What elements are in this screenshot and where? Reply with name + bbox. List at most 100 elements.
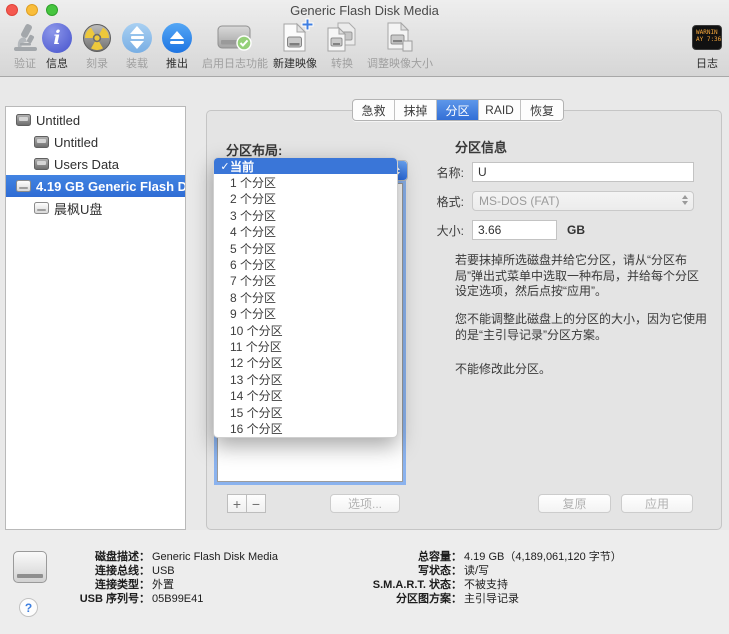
sidebar-item-flash-disk[interactable]: 4.19 GB Generic Flash D... [6, 175, 185, 197]
burn-icon [82, 21, 112, 54]
checkmark-icon: ✓ [214, 160, 230, 173]
toolbar-resize-image-button: 调整映像大小 [367, 21, 433, 71]
menu-item-label: 4 个分区 [230, 223, 276, 240]
menu-item[interactable]: 6 个分区 [214, 256, 397, 272]
help-text-erase: 若要抹掉所选磁盘并给它分区，请从“分区布局”弹出式菜单中选取一种布局，并给每个分… [455, 253, 707, 300]
sidebar-item-label: Users Data [54, 157, 119, 172]
sidebar-item-label: Untitled [54, 135, 98, 150]
name-label: 名称: [404, 164, 464, 181]
menu-item-current[interactable]: ✓ 当前 [214, 158, 397, 174]
help-button[interactable]: ? [19, 598, 38, 617]
toolbar-burn-button: 刻录 [82, 21, 112, 71]
log-console-icon: WARNIN AY 7:36 [692, 21, 722, 54]
sidebar-item-label: 晨枫U盘 [54, 199, 102, 218]
menu-item[interactable]: 3 个分区 [214, 207, 397, 223]
menu-item[interactable]: 16 个分区 [214, 420, 397, 436]
menu-item-label: 15 个分区 [230, 404, 283, 421]
toolbar-new-image-label: 新建映像 [273, 55, 317, 71]
menu-item-label: 7 个分区 [230, 272, 276, 289]
tab-partition[interactable]: 分区 [437, 100, 479, 120]
toolbar-mount-label: 装载 [126, 55, 148, 71]
menu-item-label: 5 个分区 [230, 240, 276, 257]
disk-info-footer: ? 磁盘描述：Generic Flash Disk Media 连接总线：USB… [0, 530, 729, 634]
info-icon: i [42, 21, 72, 54]
menu-item-label: 10 个分区 [230, 322, 283, 339]
window-title: Generic Flash Disk Media [0, 3, 729, 18]
toolbar-log-label: 日志 [696, 55, 718, 71]
new-image-icon [282, 21, 308, 54]
format-popup: MS-DOS (FAT) [472, 191, 694, 211]
menu-item[interactable]: 8 个分区 [214, 289, 397, 305]
toolbar-journaling-label: 启用日志功能 [202, 55, 268, 71]
revert-button[interactable]: 复原 [538, 494, 611, 513]
toolbar-convert-button: 转换 [326, 21, 358, 71]
menu-item[interactable]: 1 个分区 [214, 174, 397, 190]
toolbar-info-label: 信息 [46, 55, 68, 71]
toolbar-journaling-button: 启用日志功能 [202, 21, 268, 71]
menu-item[interactable]: 2 个分区 [214, 191, 397, 207]
sidebar-item-label: Untitled [36, 113, 80, 128]
internal-disk-icon [34, 158, 49, 170]
menu-item[interactable]: 9 个分区 [214, 306, 397, 322]
sidebar-item-untitled-volume[interactable]: Untitled [6, 131, 185, 153]
menu-item-label: 6 个分区 [230, 256, 276, 273]
tab-restore[interactable]: 恢复 [521, 100, 563, 120]
size-field[interactable] [472, 220, 557, 240]
tab-raid[interactable]: RAID [479, 100, 521, 120]
help-text-modify: 不能修改此分区。 [455, 362, 707, 378]
menu-item[interactable]: 11 个分区 [214, 338, 397, 354]
help-text-resize: 您不能调整此磁盘上的分区的大小，因为它使用的是“主引导记录”分区方案。 [455, 312, 707, 343]
sidebar-item-untitled-disk[interactable]: Untitled [6, 109, 185, 131]
add-partition-button[interactable]: + [227, 494, 247, 513]
menu-item-label: 2 个分区 [230, 190, 276, 207]
menu-item[interactable]: 4 个分区 [214, 224, 397, 240]
toolbar-eject-label: 推出 [166, 55, 188, 71]
toolbar-mount-button: 装载 [122, 21, 152, 71]
tab-erase[interactable]: 抹掉 [395, 100, 437, 120]
menu-item-label: 12 个分区 [230, 354, 283, 371]
menu-item[interactable]: 14 个分区 [214, 387, 397, 403]
menu-item[interactable]: 5 个分区 [214, 240, 397, 256]
toolbar-eject-button[interactable]: 推出 [162, 21, 192, 71]
menu-item[interactable]: 7 个分区 [214, 273, 397, 289]
menu-item-label: 13 个分区 [230, 371, 283, 388]
sidebar-item-label: 4.19 GB Generic Flash D... [36, 179, 185, 194]
menu-item[interactable]: 12 个分区 [214, 355, 397, 371]
format-value: MS-DOS (FAT) [479, 194, 559, 208]
disk-utility-window: Generic Flash Disk Media 验证 i 信息 [0, 0, 729, 634]
toolbar-verify-button: 验证 [10, 21, 40, 71]
size-unit-label: GB [567, 223, 585, 237]
menu-item[interactable]: 10 个分区 [214, 322, 397, 338]
sidebar-item-usb-volume[interactable]: 晨枫U盘 [6, 197, 185, 219]
menu-item-label: 8 个分区 [230, 289, 276, 306]
toolbar-verify-label: 验证 [14, 55, 36, 71]
size-label: 大小: [404, 222, 464, 239]
sidebar-item-users-data[interactable]: Users Data [6, 153, 185, 175]
device-list: Untitled Untitled Users Data 4.19 GB Gen… [5, 106, 186, 530]
toolbar-new-image-button[interactable]: 新建映像 [273, 21, 317, 71]
remove-partition-button[interactable]: − [246, 494, 266, 513]
menu-item[interactable]: 13 个分区 [214, 371, 397, 387]
external-disk-icon [16, 180, 31, 192]
format-label: 格式: [404, 193, 464, 210]
toolbar-info-button[interactable]: i 信息 [42, 21, 72, 71]
menu-item-label: 9 个分区 [230, 305, 276, 322]
titlebar-toolbar: Generic Flash Disk Media 验证 i 信息 [0, 0, 729, 77]
toolbar-convert-label: 转换 [331, 55, 353, 71]
options-button[interactable]: 选项... [330, 494, 400, 513]
menu-item-label: 16 个分区 [230, 420, 283, 437]
menu-item-label: 14 个分区 [230, 387, 283, 404]
popup-stepper-icon [682, 195, 688, 205]
menu-item-label: 当前 [230, 158, 254, 175]
menu-item[interactable]: 15 个分区 [214, 404, 397, 420]
eject-icon [162, 21, 192, 54]
toolbar-log-button[interactable]: WARNIN AY 7:36 日志 [692, 21, 722, 71]
partition-info-title: 分区信息 [455, 137, 507, 156]
name-field[interactable] [472, 162, 694, 182]
microscope-icon [10, 21, 40, 54]
partition-layout-menu: ✓ 当前 1 个分区 2 个分区 3 个分区 4 个分区 5 个分区 6 个分区… [213, 157, 398, 438]
tab-first-aid[interactable]: 急救 [353, 100, 395, 120]
apply-button[interactable]: 应用 [621, 494, 693, 513]
toolbar-resize-image-label: 调整映像大小 [367, 55, 433, 71]
menu-item-label: 11 个分区 [230, 338, 282, 355]
